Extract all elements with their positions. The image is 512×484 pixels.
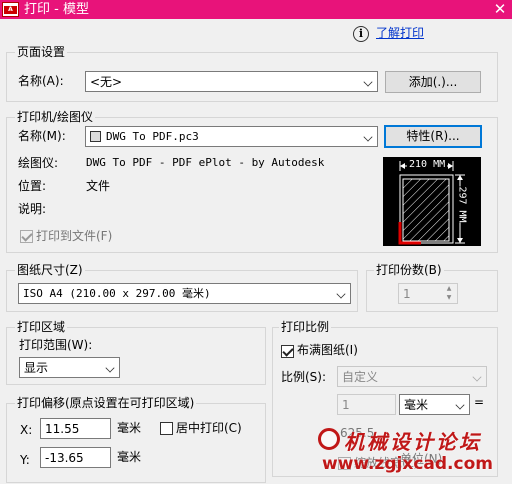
print-to-file-checkbox[interactable] [20, 230, 33, 243]
offset-x-label: X: [20, 423, 33, 437]
plot-range-select[interactable]: 显示 [19, 357, 120, 378]
offset-y-input[interactable]: -13.65 [40, 447, 111, 468]
scale-label: 比例(S): [281, 370, 327, 384]
paper-preview: 210 MM 297 MM [383, 157, 481, 246]
scale-lineweights-checkbox[interactable] [338, 457, 351, 470]
copies-stepper[interactable]: 1 ▲ ▼ [398, 283, 458, 304]
info-icon: i [353, 26, 369, 42]
scale-unit-select[interactable]: 毫米 [399, 394, 470, 415]
offset-x-input[interactable]: 11.55 [40, 418, 111, 439]
close-button[interactable]: ✕ [488, 0, 512, 19]
location-label: 位置: [18, 179, 47, 193]
plot-offset-title: 打印偏移(原点设置在可打印区域) [15, 395, 197, 411]
printer-name-label: 名称(M): [18, 129, 66, 143]
scale-value1-input[interactable]: 1 [337, 394, 396, 415]
printer-name-select[interactable]: DWG To PDF.pc3 [85, 126, 378, 147]
chevron-down-icon [455, 400, 465, 410]
chevron-down-icon [363, 77, 373, 87]
plot-offset-group [6, 403, 266, 483]
preview-width-label: 210 MM [407, 159, 448, 170]
preview-height-label: 297 MM [456, 186, 468, 223]
plotter-value: DWG To PDF - PDF ePlot - by Autodesk [86, 156, 325, 169]
plot-range-label: 打印范围(W): [19, 338, 93, 352]
printable-area [402, 178, 450, 242]
title-bar: A 打印 - 模型 ✕ [0, 0, 512, 19]
chevron-down-icon [363, 132, 373, 142]
add-page-setup-button[interactable]: 添加(.)... [385, 71, 481, 93]
fit-to-paper-checkbox[interactable] [281, 345, 294, 358]
properties-button[interactable]: 特性(R)... [384, 125, 482, 148]
offset-y-unit: 毫米 [117, 450, 142, 464]
center-plot-checkbox[interactable] [160, 422, 173, 435]
stepper-up-icon[interactable]: ▲ [443, 285, 455, 293]
page-setup-name-label: 名称(A): [18, 74, 64, 88]
plot-scale-title: 打印比例 [279, 319, 332, 335]
chevron-down-icon [336, 289, 346, 299]
print-to-file-label: 打印到文件(F) [36, 229, 113, 243]
learn-printing-link[interactable]: 了解打印 [376, 25, 424, 41]
plotter-icon [90, 131, 101, 142]
offset-x-unit: 毫米 [117, 421, 142, 435]
app-icon: A [2, 2, 19, 17]
stepper-down-icon[interactable]: ▼ [443, 294, 455, 302]
center-plot-label: 居中打印(C) [176, 421, 242, 435]
plotter-label: 绘图仪: [18, 156, 59, 170]
description-label: 说明: [18, 202, 47, 216]
page-setup-name-select[interactable]: <无> [85, 71, 378, 92]
copies-title: 打印份数(B) [374, 262, 444, 278]
scale-select[interactable]: 自定义 [337, 366, 487, 387]
scale-lineweights-label: 缩放线宽(L) [354, 456, 419, 470]
page-setup-title: 页面设置 [15, 44, 68, 60]
offset-y-label: Y: [20, 453, 30, 467]
paper-size-select[interactable]: ISO A4 (210.00 x 297.00 毫米) [18, 283, 351, 304]
window-title: 打印 - 模型 [24, 2, 89, 17]
scale-value2: 625.5 [340, 426, 375, 440]
scale-equals-sign: = [474, 395, 485, 409]
chevron-down-icon [105, 363, 115, 373]
chevron-down-icon [472, 372, 482, 382]
printer-title: 打印机/绘图仪 [15, 109, 96, 125]
plot-area-title: 打印区域 [15, 319, 68, 335]
location-value: 文件 [86, 179, 111, 193]
paper-size-title: 图纸尺寸(Z) [15, 262, 85, 278]
fit-to-paper-label: 布满图纸(I) [297, 343, 358, 357]
